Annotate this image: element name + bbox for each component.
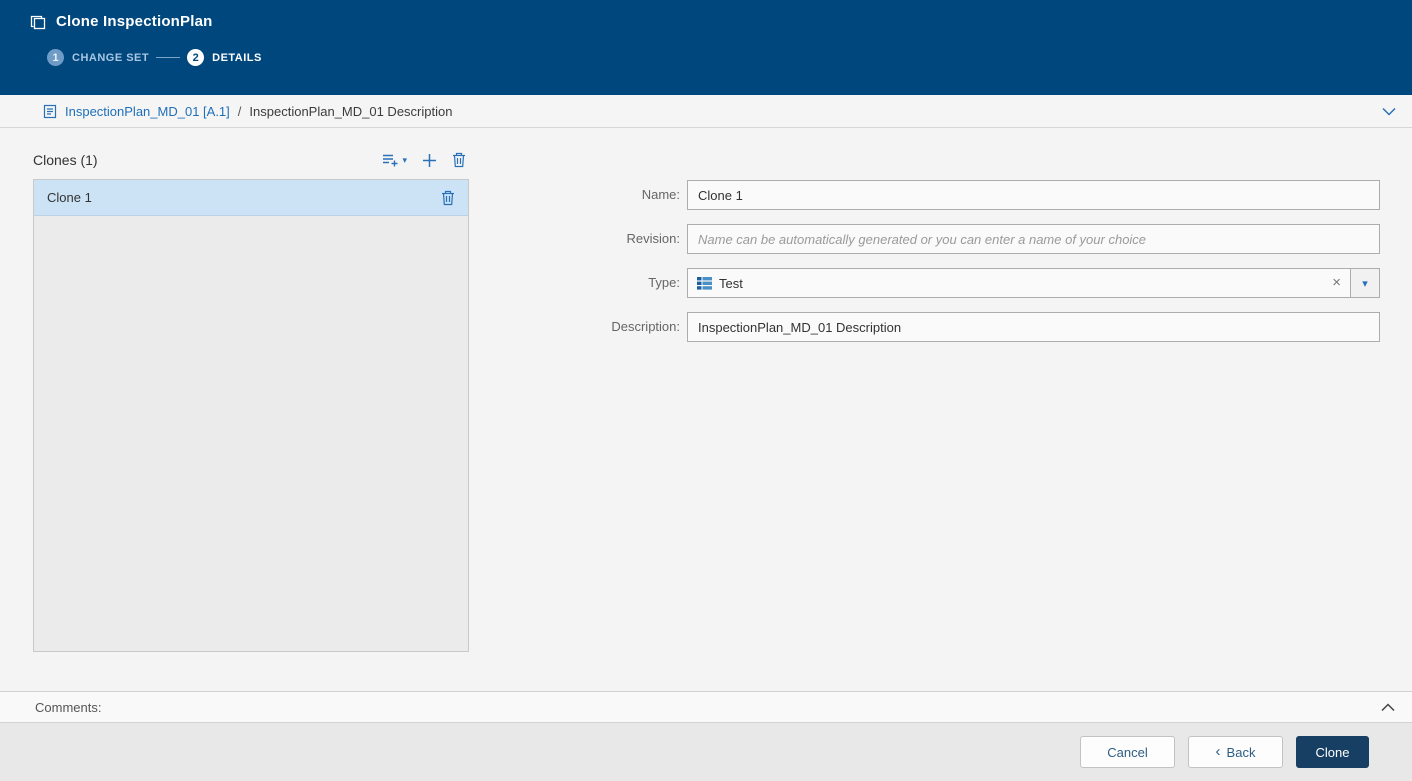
step-connector [156, 57, 181, 58]
clones-list[interactable]: Clone 1 [33, 179, 469, 652]
chevron-down-icon[interactable] [1382, 107, 1396, 116]
type-icon [697, 276, 712, 290]
back-chevron-icon: ‹ [1215, 743, 1221, 760]
name-label: Name: [641, 187, 680, 202]
step-details[interactable]: 2 DETAILS [187, 49, 262, 66]
add-clone-button[interactable] [422, 153, 437, 168]
breadcrumb-separator: / [237, 103, 242, 119]
dialog-footer: Cancel ‹ Back Clone [0, 723, 1412, 781]
type-combobox[interactable]: Test × ▾ [687, 268, 1380, 298]
type-row: Type: Test × ▾ [533, 268, 1380, 298]
clone-icon [30, 14, 46, 30]
clone-button[interactable]: Clone [1296, 736, 1369, 768]
back-button-label: Back [1226, 744, 1256, 760]
clones-toolbar: ▾ [382, 152, 469, 168]
step-1-label: CHANGE SET [72, 51, 150, 64]
list-item-clone-1[interactable]: Clone 1 [34, 180, 468, 216]
breadcrumb-current: InspectionPlan_MD_01 Description [249, 103, 453, 119]
chevron-up-icon[interactable] [1381, 702, 1395, 712]
details-form: Name: Revision: Type: [533, 180, 1380, 356]
cancel-button[interactable]: Cancel [1080, 736, 1175, 768]
comments-label: Comments: [35, 699, 102, 715]
clone-name: Clone 1 [47, 190, 92, 205]
back-button[interactable]: ‹ Back [1188, 736, 1283, 768]
step-2-circle: 2 [187, 49, 205, 66]
clone-inspectionplan-dialog: Clone InspectionPlan 1 CHANGE SET 2 DETA… [0, 0, 1412, 781]
revision-row: Revision: [533, 224, 1380, 254]
description-row: Description: [533, 312, 1380, 342]
name-input[interactable] [687, 180, 1380, 210]
description-input[interactable] [687, 312, 1380, 342]
name-row: Name: [533, 180, 1380, 210]
revision-input[interactable] [687, 224, 1380, 254]
revision-label: Revision: [626, 231, 680, 246]
delete-clone-button[interactable] [452, 152, 466, 168]
dialog-header: Clone InspectionPlan 1 CHANGE SET 2 DETA… [0, 0, 1412, 95]
type-value-area[interactable]: Test [688, 269, 1323, 297]
breadcrumb-link[interactable]: InspectionPlan_MD_01 [A.1] [65, 104, 230, 119]
dialog-title: Clone InspectionPlan [56, 13, 213, 30]
dialog-body: Clones (1) ▾ Clone 1 Name: Clone 1 Revis… [0, 128, 1412, 691]
clones-title: Clones (1) [33, 152, 98, 168]
type-dropdown-button[interactable]: ▾ [1350, 269, 1379, 297]
add-multiple-button[interactable]: ▾ [382, 153, 407, 168]
item-type-icon [43, 104, 57, 119]
wizard-steps: 1 CHANGE SET 2 DETAILS [47, 49, 1412, 66]
clones-panel: Clones (1) ▾ Clone 1 [33, 146, 469, 652]
remove-clone-icon[interactable] [441, 190, 455, 206]
description-label: Description: [611, 319, 680, 334]
step-1-circle: 1 [47, 49, 64, 66]
breadcrumb: InspectionPlan_MD_01 [A.1] / InspectionP… [0, 95, 1412, 128]
step-2-label: DETAILS [212, 51, 262, 64]
clones-panel-header: Clones (1) ▾ [33, 146, 469, 174]
add-multiple-caret-icon[interactable]: ▾ [402, 155, 407, 165]
step-change-set[interactable]: 1 CHANGE SET [47, 49, 149, 66]
type-clear-icon[interactable]: × [1323, 269, 1350, 297]
comments-section[interactable]: Comments: [0, 691, 1412, 723]
type-value: Test [719, 275, 743, 291]
type-label: Type: [648, 275, 680, 290]
